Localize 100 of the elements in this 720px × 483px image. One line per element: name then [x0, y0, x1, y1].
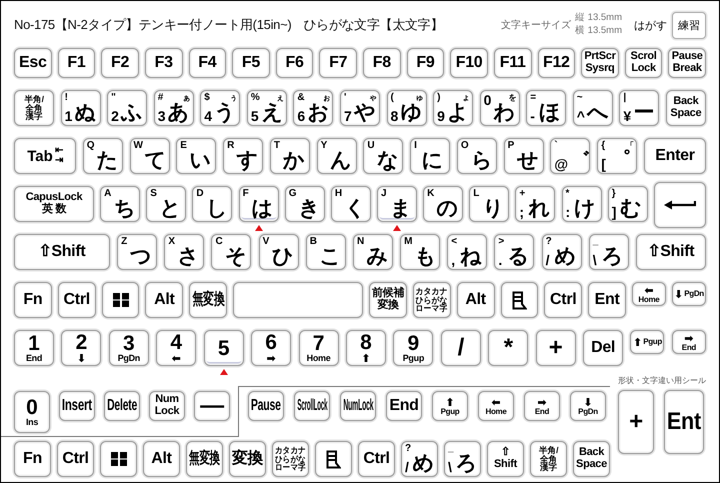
key-sticker: E い: [176, 138, 216, 174]
key-sticker: M も: [400, 234, 440, 270]
key-sticker: O ら: [456, 138, 497, 174]
key-sticker: " 2ふ: [107, 90, 148, 126]
key-sticker: Alt: [145, 282, 184, 318]
key-sticker: ➡ End: [524, 391, 560, 421]
key-sticker: ' 7 ゃ や: [340, 90, 380, 126]
key-sticker: F11: [494, 48, 532, 78]
key-sticker: —: [194, 391, 230, 421]
key-sticker: & 6 ぉ お: [293, 90, 334, 126]
key-sticker: 6 ➡: [251, 330, 292, 366]
key-sticker: R す: [223, 138, 264, 174]
key-sticker: F7: [319, 48, 357, 78]
key-sticker: 変換: [229, 441, 266, 477]
key-sticker: ⇧Shift: [14, 234, 110, 270]
key-sticker: ) 9 ょ よ: [433, 90, 474, 126]
sheet-subtitle: ひらがな文字【太文字】: [303, 16, 444, 34]
key-sticker: S と: [146, 186, 186, 222]
peel-label: はがす: [634, 18, 667, 32]
key-sticker: Fn: [14, 441, 51, 477]
key-sticker: L り: [469, 186, 510, 222]
key-sticker: Del: [583, 330, 624, 366]
key-sticker: Y ん: [316, 138, 357, 174]
key-sticker: { [ 「 ゜: [597, 138, 638, 174]
key-sticker: Z つ: [117, 234, 158, 270]
key-sticker: NumLock: [340, 391, 376, 421]
key-sticker: F3: [144, 48, 182, 78]
key-sticker: カタカナ ひらがな ローマ字: [412, 282, 451, 318]
key-sticker: Delete: [104, 391, 140, 421]
key-sticker: ⇧Shift: [636, 234, 706, 270]
key-sticker: 4 ⬅: [156, 330, 196, 366]
key-sticker: 1 End: [14, 330, 54, 366]
key-sticker: ⬇ PgDn: [570, 391, 606, 421]
key-sticker: 3 PgDn: [108, 330, 149, 366]
key-sticker: _ \ ろ: [588, 234, 629, 270]
window-grid-icon: [110, 452, 126, 466]
sheet-title: No-175【N-2タイプ】テンキー付ノート用(15in~): [14, 16, 292, 34]
key-sticker: CapusLock 英 数: [14, 186, 94, 222]
key-sticker: ! 1 ぬ: [60, 90, 101, 126]
key-sticker: F10: [450, 48, 488, 78]
key-sticker: F は: [238, 186, 279, 222]
key-sticker: F5: [232, 48, 270, 78]
key-sticker: | ¥ー: [619, 90, 660, 126]
key-sticker: Pause: [248, 391, 284, 421]
list-document-icon: [512, 290, 527, 310]
key-size-value: 横 13.5mm: [575, 25, 622, 38]
key-sticker: D し: [192, 186, 232, 222]
key-sticker: F1: [58, 48, 96, 78]
key-sticker: Ent: [588, 282, 626, 318]
key-sticker: PrtScr Sysrq: [581, 48, 619, 78]
key-sticker: ? / め: [542, 234, 582, 270]
key-sticker: Fn: [14, 282, 52, 318]
key-sticker: # 3 ぁ あ: [154, 90, 194, 126]
key-sticker: 前候補 変換: [369, 282, 407, 318]
key-sticker: C そ: [211, 234, 252, 270]
key-sticker: Q た: [82, 138, 123, 174]
key-sticker: 無変換: [189, 282, 228, 318]
key-sticker: 0 Ins: [14, 391, 50, 433]
key-sticker: Ent: [664, 390, 704, 454]
key-sticker: ⇧ Shift: [487, 441, 524, 477]
return-arrow-icon: [664, 200, 696, 210]
key-sticker: ⬅ Home: [632, 282, 666, 306]
key-sticker: Ctrl: [57, 441, 94, 477]
key-sticker: Num Lock: [149, 391, 185, 421]
key-sticker: % 5 ぇ え: [246, 90, 287, 126]
key-sticker: U な: [363, 138, 404, 174]
key-sticker: *: [488, 330, 528, 366]
key-sticker: I に: [410, 138, 450, 174]
list-document-icon: [326, 450, 341, 468]
key-sticker: 半角/ 全角 漢字: [530, 441, 567, 477]
key-sticker: 無変換: [186, 441, 223, 477]
key-sticker: 7 Home: [298, 330, 339, 366]
key-sticker: F8: [363, 48, 401, 78]
practice-tag: 練習: [672, 12, 706, 38]
key-sticker: End: [386, 391, 422, 421]
key-sticker: T か: [270, 138, 310, 174]
key-sticker: B こ: [306, 234, 346, 270]
key-sticker: +: [536, 330, 576, 366]
key-sticker: ⬅ Home: [478, 391, 514, 421]
key-sticker: Enter: [644, 138, 706, 174]
key-sticker: _ \ ろ: [444, 441, 481, 477]
key-sticker: +: [618, 390, 654, 454]
window-grid-icon: [112, 293, 129, 307]
key-sticker: F6: [276, 48, 314, 78]
key-sticker: P せ: [504, 138, 544, 174]
key-sticker: ? / め: [401, 441, 438, 477]
key-sticker: N み: [352, 234, 393, 270]
key-sticker: Alt: [143, 441, 180, 477]
key-sticker: Scrol Lock: [624, 48, 662, 78]
key-sticker: F12: [538, 48, 576, 78]
key-sticker: V ひ: [258, 234, 299, 270]
key-sticker: Back Space: [573, 441, 610, 477]
key-sticker: < , ね: [447, 234, 488, 270]
key-sticker: 9 Pgup: [393, 330, 434, 366]
key-sticker: W て: [130, 138, 170, 174]
key-size-label: 文字キーサイズ: [501, 18, 572, 32]
key-sticker: カタカナ ひらがな ローマ字: [272, 441, 309, 477]
key-sticker: F2: [101, 48, 139, 78]
key-sticker: 半角/ 全角 漢字: [14, 90, 54, 126]
key-sticker: F9: [406, 48, 444, 78]
